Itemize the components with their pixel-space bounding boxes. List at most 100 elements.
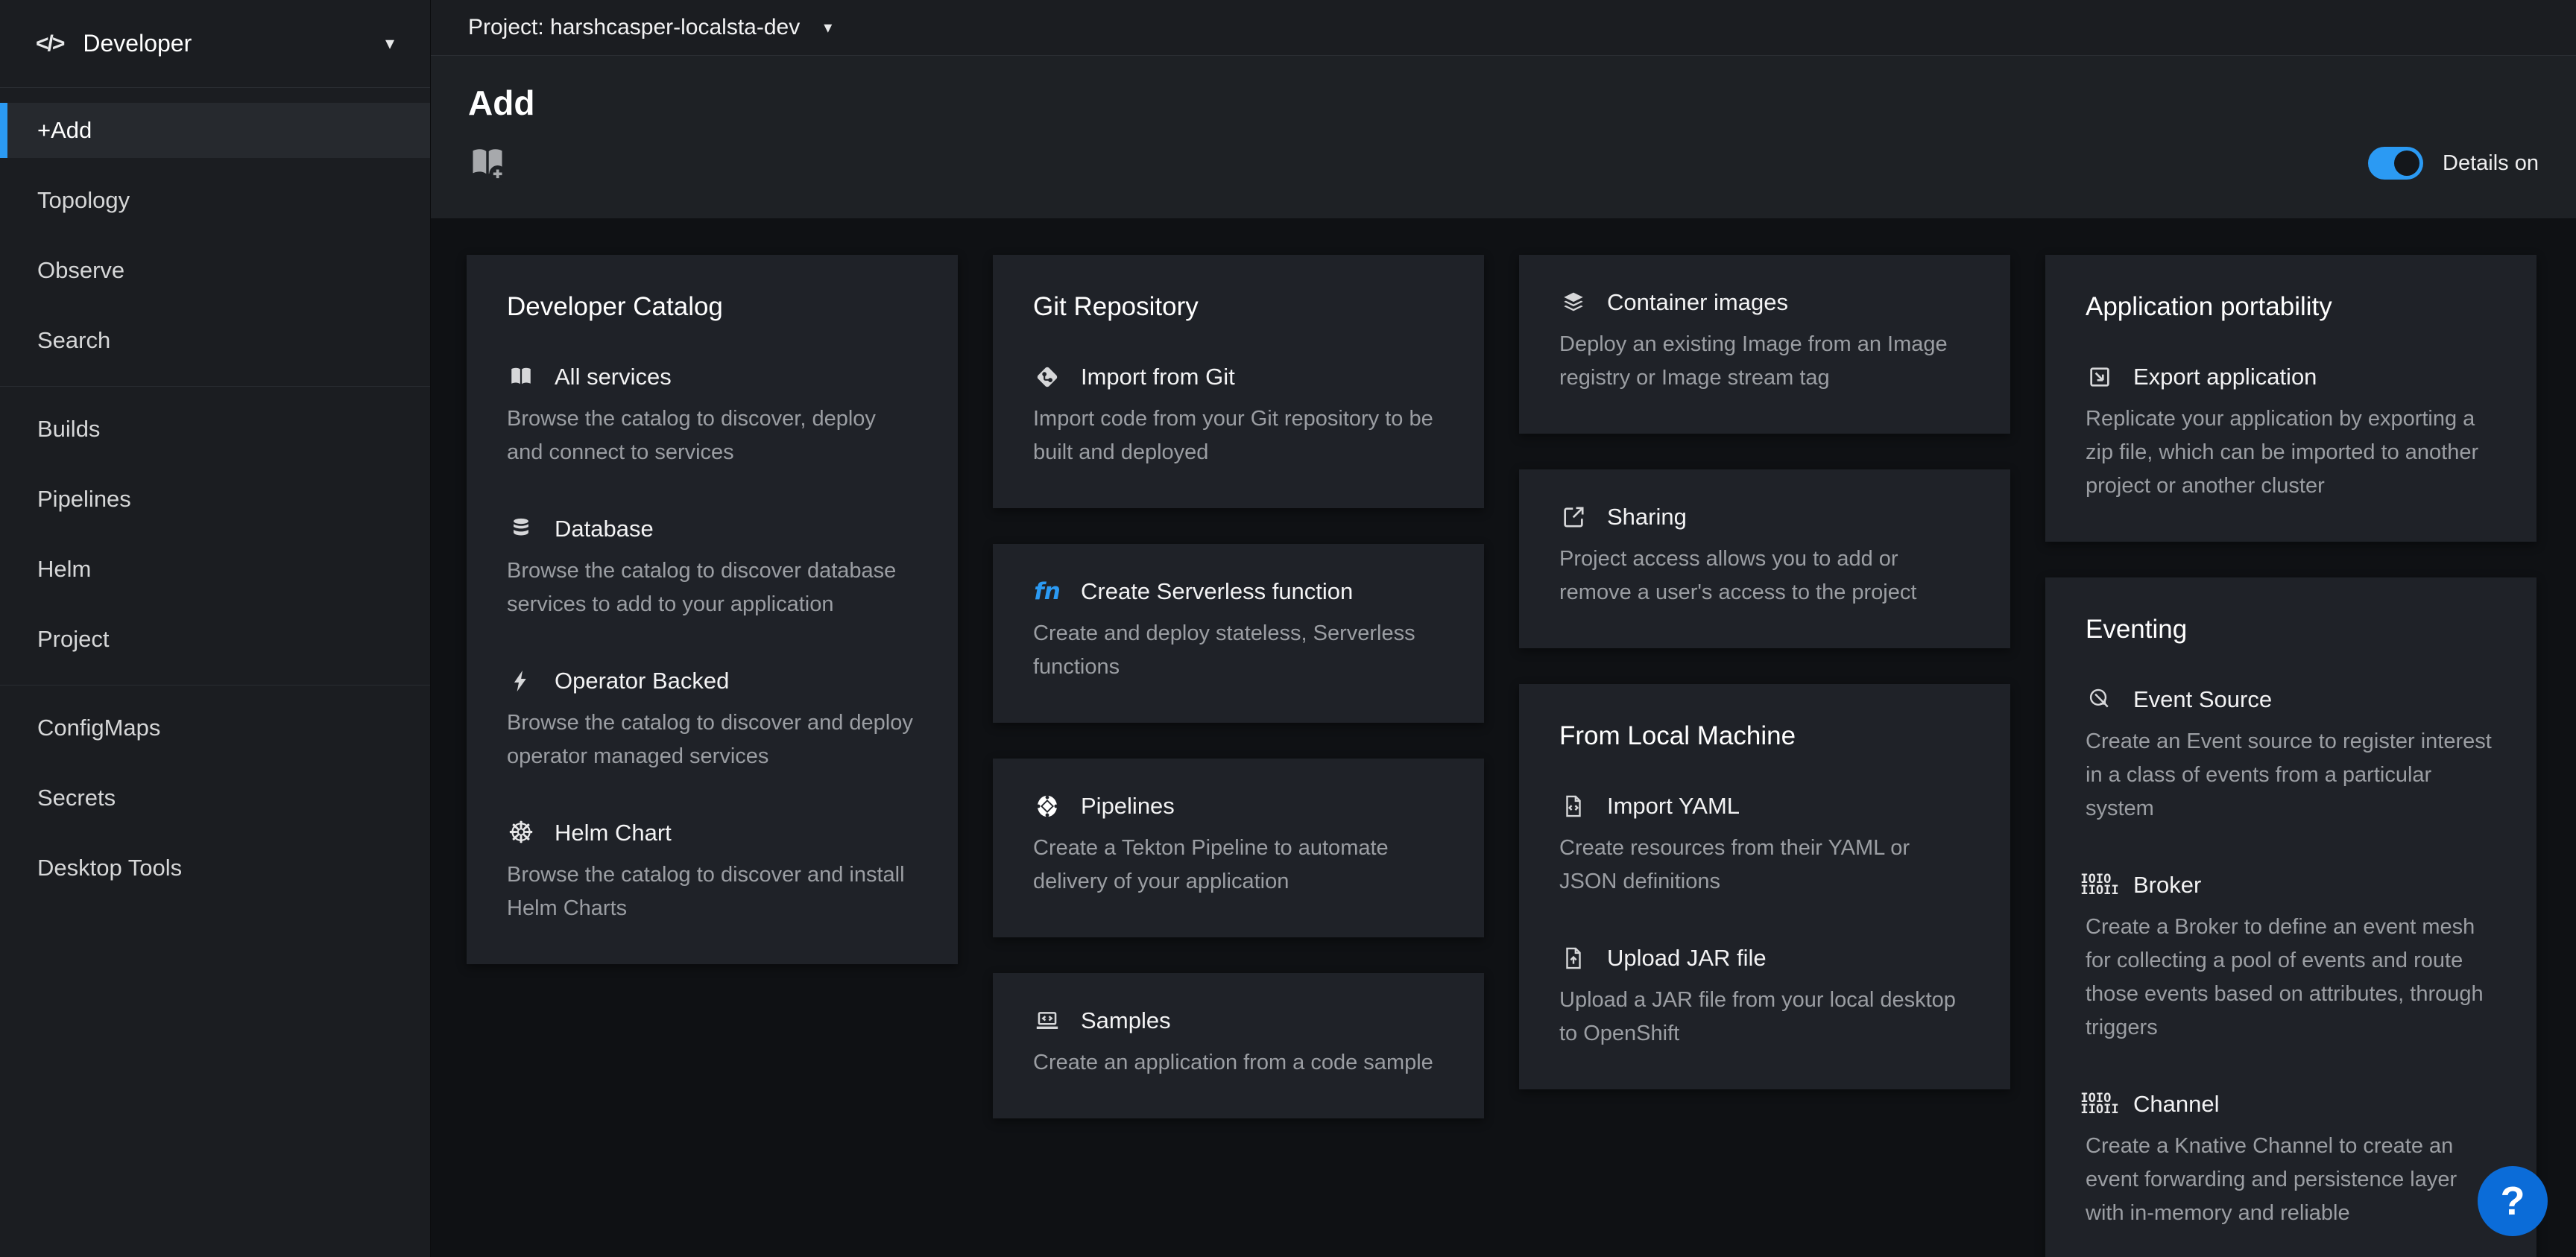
card-column-3: Container imagesDeploy an existing Image… xyxy=(1519,255,2010,1089)
laptop-code-icon xyxy=(1033,1008,1061,1033)
perspective-label: Developer xyxy=(83,30,192,57)
item-label-event-source[interactable]: Event Source xyxy=(2133,686,2272,713)
item-description: Create an Event source to register inter… xyxy=(2086,725,2496,826)
item-label-samples[interactable]: Samples xyxy=(1081,1007,1171,1034)
tekton-icon xyxy=(1033,794,1061,819)
card-title: Application portability xyxy=(2086,292,2496,322)
page-title: Add xyxy=(468,83,2539,123)
item-description: Browse the catalog to discover and deplo… xyxy=(507,706,918,773)
item-label-all-services[interactable]: All services xyxy=(555,364,672,390)
item-label-pipelines[interactable]: Pipelines xyxy=(1081,793,1175,820)
page-header: Add Details on xyxy=(431,56,2576,218)
sidebar-item-search[interactable]: Search xyxy=(0,313,430,368)
item-description: Create resources from their YAML or JSON… xyxy=(1559,832,1970,899)
sidebar-item-builds[interactable]: Builds xyxy=(0,402,430,457)
item-label-upload-jar-file[interactable]: Upload JAR file xyxy=(1607,945,1767,972)
item-description: Replicate your application by exporting … xyxy=(2086,402,2496,503)
file-upload-icon xyxy=(1559,946,1588,971)
perspective-switcher[interactable]: </> Developer ▾ xyxy=(0,0,430,88)
layers-icon xyxy=(1559,290,1588,315)
item-label-operator-backed[interactable]: Operator Backed xyxy=(555,668,729,694)
card-container-images: Container imagesDeploy an existing Image… xyxy=(1519,255,2010,434)
add-page-cards: Developer Catalog All services Browse the … xyxy=(431,218,2576,1257)
sidebar-nav-list: +Add Topology Observe Search Builds Pipelines… xyxy=(0,88,430,1257)
item-label-helm-chart[interactable]: Helm Chart xyxy=(555,820,672,846)
card-column-1: Developer Catalog All services Browse the … xyxy=(467,255,958,964)
card-sharing: Sharing Project access allows you to add … xyxy=(1519,469,2010,648)
sidebar-nav: </> Developer ▾ +Add Topology Observe Searc… xyxy=(0,0,431,1257)
sidebar-item-secrets[interactable]: Secrets xyxy=(0,770,430,826)
item-description: Create an application from a code sample xyxy=(1033,1046,1444,1080)
item-label-container-images[interactable]: Container images xyxy=(1607,289,1788,316)
add-action-container-images: Container imagesDeploy an existing Image… xyxy=(1559,289,1970,395)
add-action-pipelines: Pipelines Create a Tekton Pipeline to aut… xyxy=(1033,793,1444,899)
chevron-down-icon: ▾ xyxy=(385,33,394,54)
item-description: Project access allows you to add or remo… xyxy=(1559,542,1970,609)
details-toggle-group: Details on xyxy=(2368,147,2539,180)
item-description: Create and deploy stateless, Serverless … xyxy=(1033,617,1444,684)
help-button[interactable]: ? xyxy=(2478,1166,2548,1236)
binary-icon: IOIO IIOII xyxy=(2086,874,2114,896)
item-label-broker[interactable]: Broker xyxy=(2133,872,2201,899)
add-action-export-application: Export application Replicate your applica… xyxy=(2086,364,2496,503)
add-action-database: Database Browse the catalog to discover d… xyxy=(507,516,918,621)
add-action-import-yaml: Import YAML Create resources from their Y… xyxy=(1559,793,1970,899)
item-description: Browse the catalog to discover, deploy a… xyxy=(507,402,918,469)
item-description: Browse the catalog to discover database … xyxy=(507,554,918,621)
database-icon xyxy=(507,516,535,542)
git-icon xyxy=(1033,364,1061,390)
item-label-channel[interactable]: Channel xyxy=(2133,1091,2219,1118)
item-label-export-application[interactable]: Export application xyxy=(2133,364,2317,390)
bolt-icon xyxy=(507,668,535,694)
item-description: Import code from your Git repository to … xyxy=(1033,402,1444,469)
code-icon: </> xyxy=(36,31,63,57)
card-title: Eventing xyxy=(2086,615,2496,645)
export-icon xyxy=(2086,364,2114,390)
main-area: Project: harshcasper-localsta-dev ▾ Add … xyxy=(431,0,2576,1257)
card-samples: Samples Create an application from a code… xyxy=(993,973,1484,1118)
item-description: Create a Broker to define an event mesh … xyxy=(2086,911,2496,1045)
share-icon xyxy=(1559,504,1588,530)
card-eventing: Eventing Event Source Create an Event sour… xyxy=(2045,577,2536,1257)
card-git-repository: Git Repository Import from Git Import code… xyxy=(993,255,1484,508)
card-column-4: Application portability Export applicatio… xyxy=(2045,255,2536,1257)
add-action-upload-jar-file: Upload JAR fileUpload a JAR file from yo… xyxy=(1559,945,1970,1051)
sidebar-nav-group-1: +Add Topology Observe Search xyxy=(0,88,430,386)
item-label-import-yaml[interactable]: Import YAML xyxy=(1607,793,1740,820)
item-label-sharing[interactable]: Sharing xyxy=(1607,504,1687,531)
card-developer-catalog: Developer Catalog All services Browse the … xyxy=(467,255,958,964)
sidebar-item-topology[interactable]: Topology xyxy=(0,173,430,228)
item-label-create-serverless-function[interactable]: Create Serverless function xyxy=(1081,578,1353,605)
item-description: Create a Knative Channel to create an ev… xyxy=(2086,1130,2496,1230)
project-selector[interactable]: Project: harshcasper-localsta-dev ▾ xyxy=(431,0,2576,56)
sidebar-item-project[interactable]: Project xyxy=(0,612,430,667)
sidebar-item-desktop-tools[interactable]: Desktop Tools xyxy=(0,840,430,896)
sidebar-item-helm[interactable]: Helm xyxy=(0,542,430,597)
sidebar-item-add[interactable]: +Add xyxy=(0,103,430,158)
details-switch[interactable] xyxy=(2368,147,2423,180)
card-create-serverless-function: fn Create Serverless function Create and d… xyxy=(993,544,1484,723)
add-action-broker: IOIO IIOII Broker Create a Broker to defin… xyxy=(2086,872,2496,1045)
add-action-import-from-git: Import from Git Import code from your Git… xyxy=(1033,364,1444,469)
item-label-database[interactable]: Database xyxy=(555,516,654,542)
fn-icon: fn xyxy=(1033,578,1061,605)
book-plus-icon[interactable] xyxy=(468,144,507,183)
item-description: Browse the catalog to discover and insta… xyxy=(507,858,918,925)
card-pipelines: Pipelines Create a Tekton Pipeline to aut… xyxy=(993,759,1484,937)
sidebar-item-pipelines[interactable]: Pipelines xyxy=(0,472,430,527)
details-switch-label: Details on xyxy=(2443,151,2539,176)
add-action-sharing: Sharing Project access allows you to add … xyxy=(1559,504,1970,609)
add-action-operator-backed: Operator Backed Browse the catalog to dis… xyxy=(507,668,918,773)
book-icon xyxy=(507,364,535,390)
item-description: Create a Tekton Pipeline to automate del… xyxy=(1033,832,1444,899)
sidebar-item-observe[interactable]: Observe xyxy=(0,243,430,298)
card-from-local-machine: From Local MachineImport YAMLCreate reso… xyxy=(1519,684,2010,1089)
project-selector-label: Project: harshcasper-localsta-dev xyxy=(468,15,800,40)
add-action-all-services: All services Browse the catalog to discov… xyxy=(507,364,918,469)
sidebar-item-configmaps[interactable]: ConfigMaps xyxy=(0,700,430,756)
item-label-import-from-git[interactable]: Import from Git xyxy=(1081,364,1235,390)
card-title: Developer Catalog xyxy=(507,292,918,322)
sidebar-nav-group-3: ConfigMaps Secrets Desktop Tools xyxy=(0,685,430,914)
card-title: Git Repository xyxy=(1033,292,1444,322)
sidebar-nav-group-2: Builds Pipelines Helm Project xyxy=(0,386,430,685)
